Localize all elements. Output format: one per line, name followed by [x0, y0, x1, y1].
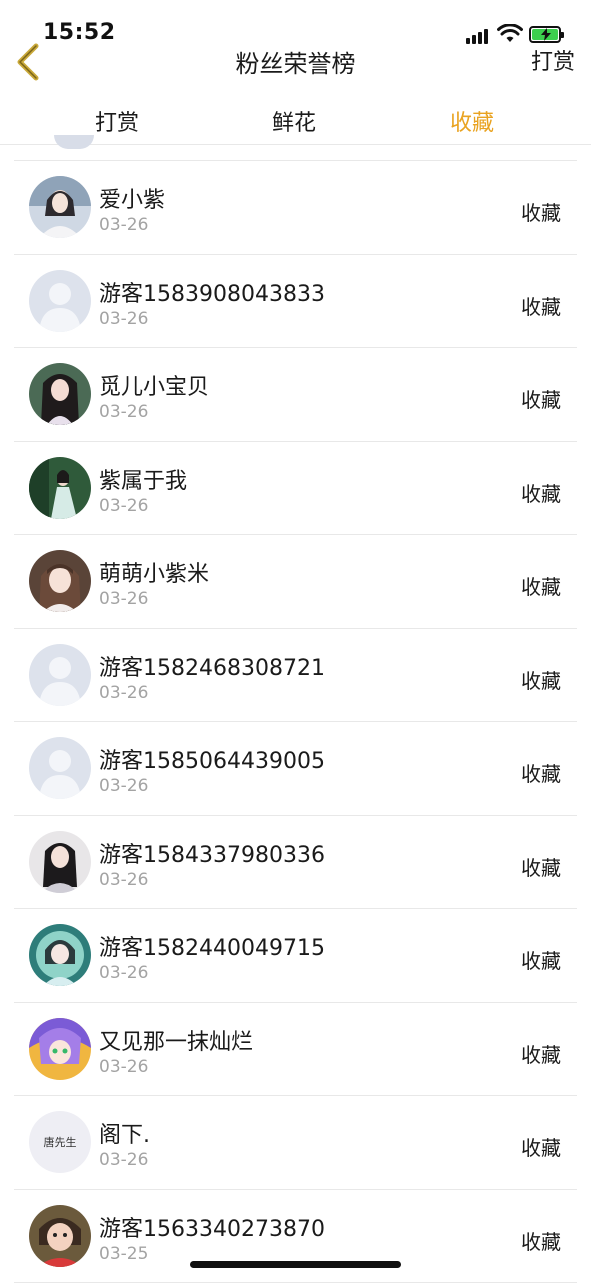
list-item[interactable]: 游客1563340273870 03-25 收藏 — [14, 1190, 577, 1283]
navigation-bar: 粉丝荣誉榜 打赏 — [0, 40, 591, 93]
tab-reward[interactable]: 打赏 — [57, 105, 177, 137]
action-label: 收藏 — [521, 478, 561, 507]
list-item[interactable]: 游客1585064439005 03-26 收藏 — [14, 722, 577, 816]
action-label: 收藏 — [521, 758, 561, 787]
action-label: 收藏 — [521, 197, 561, 226]
user-name: 又见那一抹灿烂 — [99, 1024, 253, 1056]
user-name: 爱小紫 — [99, 182, 165, 214]
user-name: 游客1585064439005 — [99, 743, 325, 775]
list-item[interactable]: 又见那一抹灿烂 03-26 收藏 — [14, 1003, 577, 1097]
avatar — [29, 924, 91, 986]
date: 03-26 — [99, 1150, 148, 1170]
list-item[interactable]: 游客1584337980336 03-26 收藏 — [14, 816, 577, 910]
date: 03-26 — [99, 776, 148, 796]
list-item[interactable]: 游客1582440049715 03-26 收藏 — [14, 909, 577, 1003]
action-label: 收藏 — [521, 945, 561, 974]
home-indicator[interactable] — [190, 1261, 401, 1268]
action-label: 收藏 — [521, 852, 561, 881]
avatar — [29, 176, 91, 238]
avatar — [29, 457, 91, 519]
list-item[interactable]: 萌萌小紫米 03-26 收藏 — [14, 535, 577, 629]
avatar — [29, 1018, 91, 1080]
list-item[interactable]: 爱小紫 03-26 收藏 — [14, 161, 577, 255]
reward-nav-button[interactable]: 打赏 — [531, 44, 575, 76]
avatar-text: 唐先生 — [44, 1134, 77, 1150]
action-label: 收藏 — [521, 1039, 561, 1068]
default-user-avatar-icon — [29, 737, 91, 799]
date: 03-26 — [99, 963, 148, 983]
action-label: 收藏 — [521, 1132, 561, 1161]
date: 03-26 — [99, 870, 148, 890]
avatar — [29, 1205, 91, 1267]
date: 03-26 — [99, 496, 148, 516]
list-item[interactable]: 紫属于我 03-26 收藏 — [14, 442, 577, 536]
list-item[interactable]: 游客1583908043833 03-26 收藏 — [14, 255, 577, 349]
action-label: 收藏 — [521, 291, 561, 320]
user-name: 游客1584337980336 — [99, 837, 325, 869]
user-name: 游客1582468308721 — [99, 650, 325, 682]
user-name: 萌萌小紫米 — [99, 556, 209, 588]
user-name: 紫属于我 — [99, 463, 187, 495]
list-item[interactable]: 唐先生 阁下. 03-26 收藏 — [14, 1096, 577, 1190]
default-user-avatar-icon — [29, 270, 91, 332]
user-name: 游客1563340273870 — [99, 1211, 325, 1243]
date: 03-26 — [99, 1057, 148, 1077]
action-label: 收藏 — [521, 571, 561, 600]
list-item-partial — [14, 145, 577, 161]
action-label: 收藏 — [521, 384, 561, 413]
date: 03-26 — [99, 402, 148, 422]
avatar — [29, 550, 91, 612]
avatar — [29, 363, 91, 425]
page-title: 粉丝荣誉榜 — [0, 44, 591, 79]
date: 03-26 — [99, 309, 148, 329]
user-name: 游客1583908043833 — [99, 276, 325, 308]
default-user-avatar-icon — [29, 644, 91, 706]
user-name: 阁下. — [99, 1117, 150, 1149]
fan-list: 爱小紫 03-26 收藏 游客1583908043833 03-26 收藏 觅儿… — [0, 145, 591, 1283]
date: 03-25 — [99, 1244, 148, 1264]
action-label: 收藏 — [521, 1226, 561, 1255]
user-name: 觅儿小宝贝 — [99, 369, 209, 401]
tab-flowers[interactable]: 鲜花 — [234, 105, 354, 137]
list-item[interactable]: 游客1582468308721 03-26 收藏 — [14, 629, 577, 723]
tab-favorites[interactable]: 收藏 — [412, 105, 532, 137]
avatar — [29, 831, 91, 893]
date: 03-26 — [99, 215, 148, 235]
text-avatar: 唐先生 — [29, 1111, 91, 1173]
date: 03-26 — [99, 589, 148, 609]
list-item[interactable]: 觅儿小宝贝 03-26 收藏 — [14, 348, 577, 442]
user-name: 游客1582440049715 — [99, 930, 325, 962]
date: 03-26 — [99, 683, 148, 703]
action-label: 收藏 — [521, 665, 561, 694]
